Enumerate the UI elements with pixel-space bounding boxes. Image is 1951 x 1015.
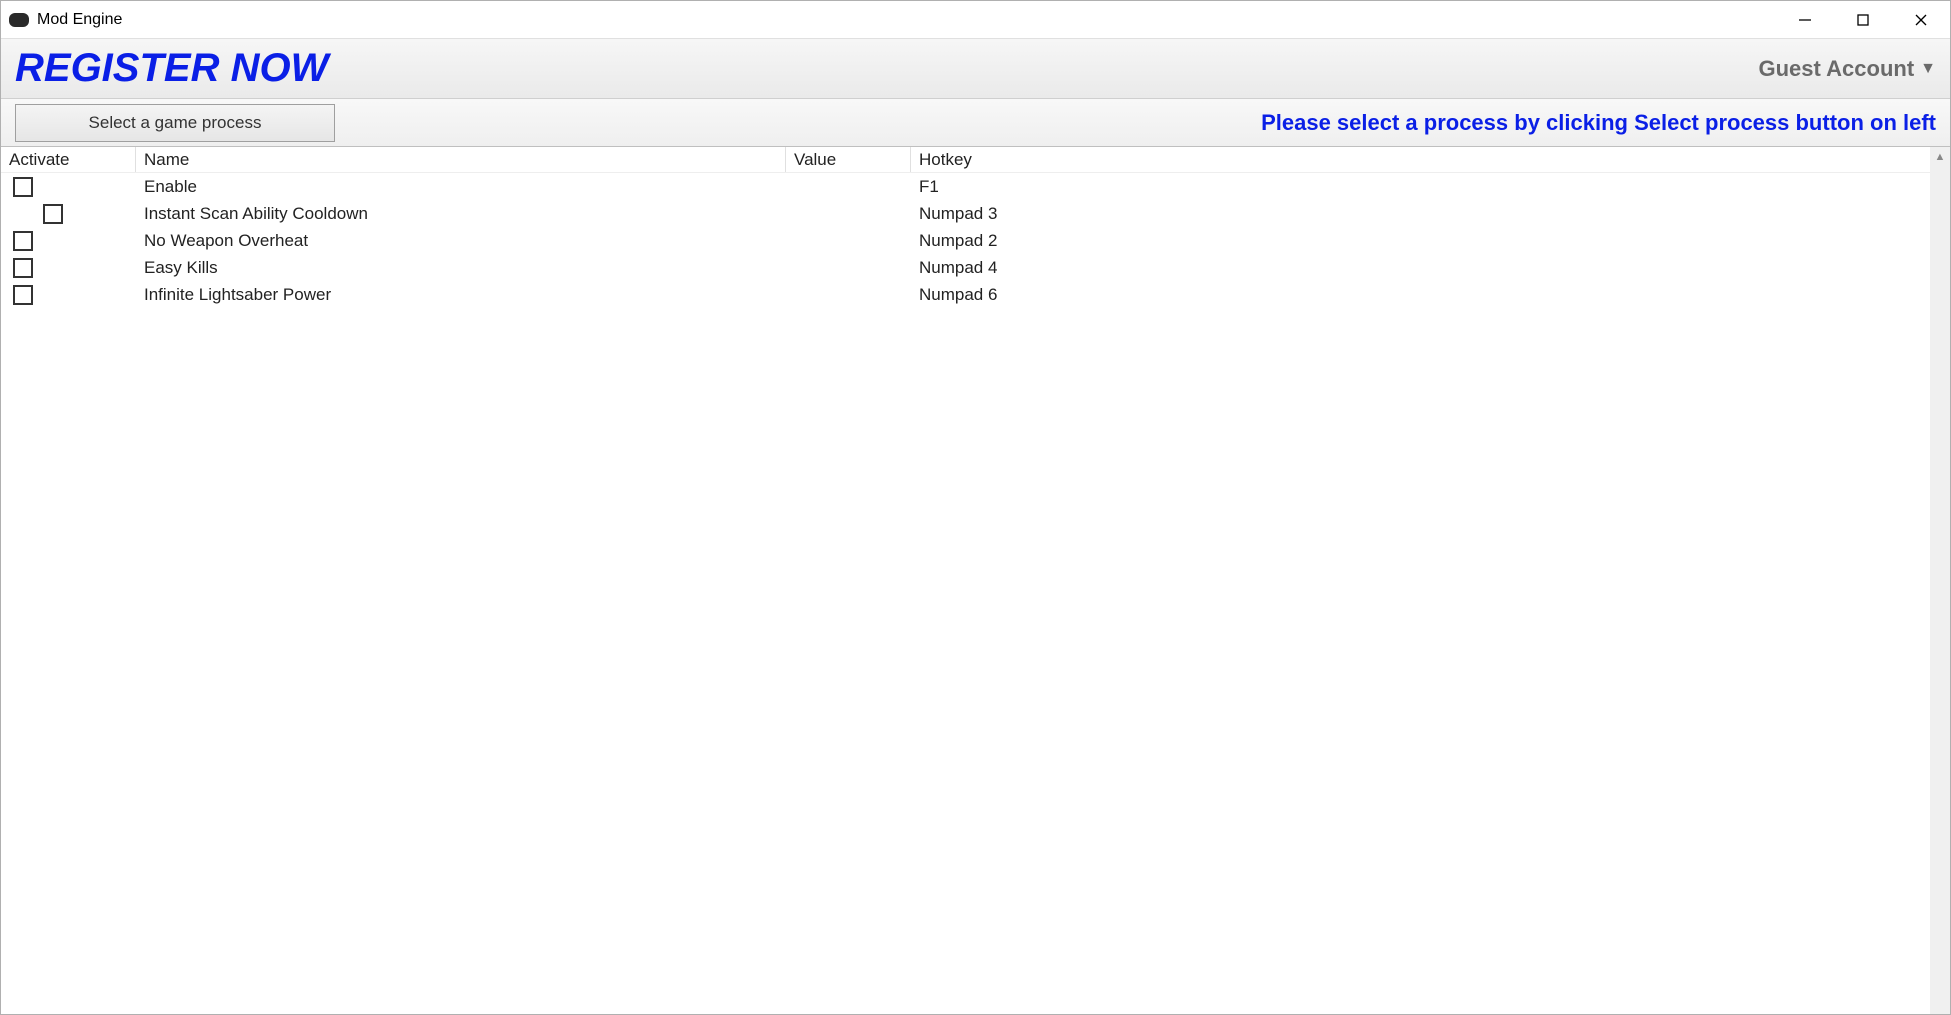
- main-window: Mod Engine REGISTER NOW Guest Account ▼ …: [0, 0, 1951, 1015]
- maximize-button[interactable]: [1834, 1, 1892, 39]
- account-label: Guest Account: [1759, 56, 1915, 82]
- topbar: REGISTER NOW Guest Account ▼: [1, 39, 1950, 99]
- cell-activate: [1, 204, 136, 224]
- activate-checkbox[interactable]: [13, 231, 33, 251]
- table-row[interactable]: No Weapon Overheat Numpad 2: [1, 227, 1930, 254]
- window-controls: [1776, 1, 1950, 39]
- chevron-down-icon: ▼: [1920, 60, 1936, 78]
- cell-name: Instant Scan Ability Cooldown: [136, 204, 786, 224]
- titlebar: Mod Engine: [1, 1, 1950, 39]
- cell-activate: [1, 285, 136, 305]
- account-dropdown[interactable]: Guest Account ▼: [1759, 56, 1937, 82]
- header-value[interactable]: Value: [786, 147, 911, 172]
- register-now-link[interactable]: REGISTER NOW: [15, 46, 328, 91]
- cheat-table: Activate Name Value Hotkey Enable F1 Insta…: [1, 147, 1930, 1014]
- activate-checkbox[interactable]: [13, 177, 33, 197]
- cell-name: Infinite Lightsaber Power: [136, 285, 786, 305]
- minimize-icon: [1798, 13, 1812, 27]
- scroll-up-button[interactable]: ▲: [1930, 147, 1950, 167]
- close-button[interactable]: [1892, 1, 1950, 39]
- table-header: Activate Name Value Hotkey: [1, 147, 1930, 173]
- table-row[interactable]: Instant Scan Ability Cooldown Numpad 3: [1, 200, 1930, 227]
- activate-checkbox[interactable]: [43, 204, 63, 224]
- cell-name: Enable: [136, 177, 786, 197]
- cell-hotkey: Numpad 6: [911, 285, 1930, 305]
- content-area: Activate Name Value Hotkey Enable F1 Insta…: [1, 147, 1950, 1014]
- table-row[interactable]: Enable F1: [1, 173, 1930, 200]
- cell-name: Easy Kills: [136, 258, 786, 278]
- cell-hotkey: Numpad 4: [911, 258, 1930, 278]
- cell-activate: [1, 231, 136, 251]
- header-name[interactable]: Name: [136, 147, 786, 172]
- minimize-button[interactable]: [1776, 1, 1834, 39]
- activate-checkbox[interactable]: [13, 285, 33, 305]
- app-icon: [9, 13, 29, 27]
- activate-checkbox[interactable]: [13, 258, 33, 278]
- cell-name: No Weapon Overheat: [136, 231, 786, 251]
- cell-hotkey: Numpad 3: [911, 204, 1930, 224]
- table-row[interactable]: Infinite Lightsaber Power Numpad 6: [1, 281, 1930, 308]
- maximize-icon: [1856, 13, 1870, 27]
- cell-activate: [1, 177, 136, 197]
- select-process-button[interactable]: Select a game process: [15, 104, 335, 142]
- scrollbar[interactable]: ▲: [1930, 147, 1950, 1014]
- close-icon: [1914, 13, 1928, 27]
- header-activate[interactable]: Activate: [1, 147, 136, 172]
- window-title: Mod Engine: [37, 11, 122, 29]
- actionbar: Select a game process Please select a pr…: [1, 99, 1950, 147]
- cell-hotkey: F1: [911, 177, 1930, 197]
- header-hotkey[interactable]: Hotkey: [911, 147, 1930, 172]
- table-body: Enable F1 Instant Scan Ability Cooldown Num…: [1, 173, 1930, 308]
- cell-activate: [1, 258, 136, 278]
- cell-hotkey: Numpad 2: [911, 231, 1930, 251]
- table-row[interactable]: Easy Kills Numpad 4: [1, 254, 1930, 281]
- instruction-text: Please select a process by clicking Sele…: [1261, 110, 1936, 136]
